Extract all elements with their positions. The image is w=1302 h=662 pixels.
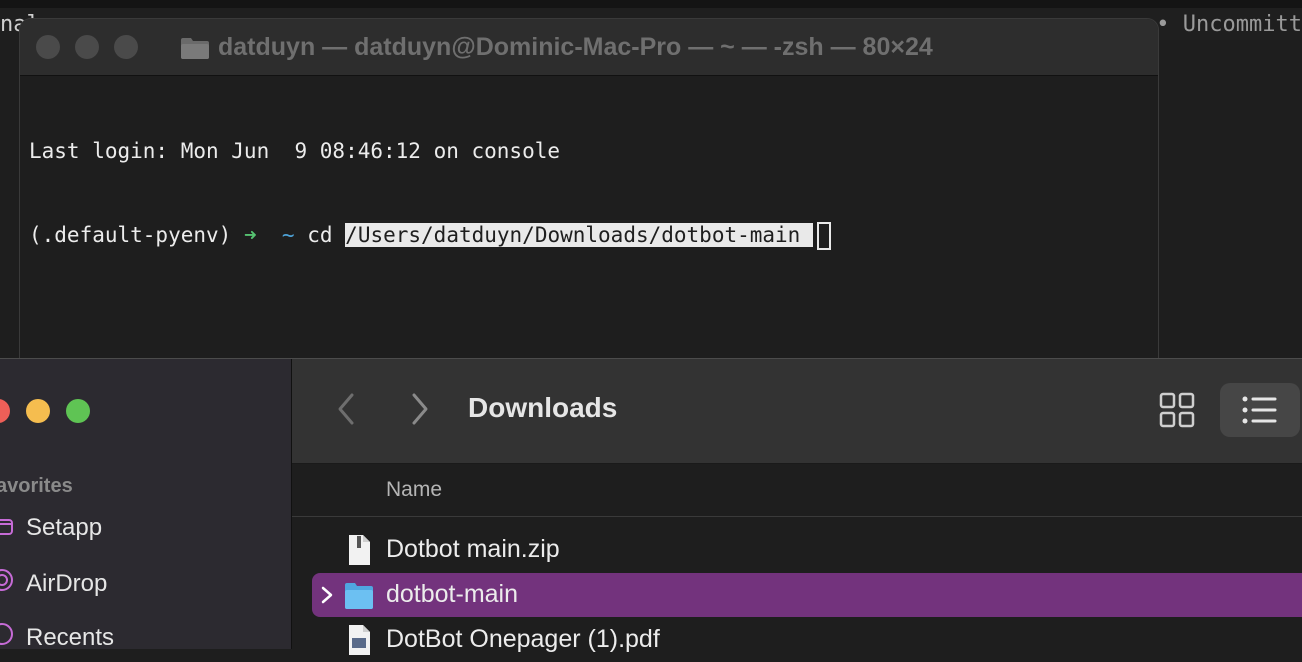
editor-top-edge [0, 0, 1302, 8]
background-area-right [1158, 40, 1302, 360]
list-item[interactable]: DotBot Onepager (1).pdf [312, 618, 1302, 662]
terminal-minimize-button[interactable] [75, 35, 99, 59]
file-name: dotbot-main [386, 580, 519, 608]
sidebar-item-recents[interactable]: Recents [0, 620, 114, 656]
back-chevron-icon[interactable] [332, 391, 362, 427]
finder-close-button[interactable] [0, 399, 10, 423]
prompt-arrow-icon: ➜ [243, 223, 257, 247]
name-column-header[interactable]: Name [386, 478, 442, 502]
list-view-icon [1242, 396, 1277, 424]
setapp-icon [0, 511, 22, 547]
list-item[interactable]: Dotbot main.zip [312, 528, 1302, 572]
zip-file-icon [349, 535, 370, 565]
airdrop-icon [0, 567, 22, 603]
terminal-output[interactable]: Last login: Mon Jun 9 08:46:12 on consol… [29, 81, 1149, 306]
last-login-line: Last login: Mon Jun 9 08:46:12 on consol… [29, 139, 561, 163]
recents-icon [0, 621, 22, 657]
command-text: cd [307, 223, 333, 247]
sidebar-item-label: AirDrop [26, 570, 108, 597]
finder-toolbar: Downloads [292, 359, 1302, 464]
sidebar-item-label: Recents [26, 624, 115, 651]
prompt-directory: ~ [281, 223, 295, 247]
icon-view-icon[interactable] [1158, 391, 1196, 429]
list-item[interactable]: dotbot-main [312, 573, 1302, 617]
terminal-close-button[interactable] [36, 35, 60, 59]
file-name: Dotbot main.zip [386, 535, 560, 563]
finder-minimize-button[interactable] [26, 399, 50, 423]
terminal-cursor [816, 222, 831, 250]
list-view-button[interactable] [1220, 383, 1300, 437]
editor-git-status: • Uncommitt [1156, 12, 1302, 37]
sidebar-item-airdrop[interactable]: AirDrop [0, 566, 107, 602]
terminal-title-text: datduyn — datduyn@Dominic-Mac-Pro — ~ — … [218, 33, 933, 61]
terminal-zoom-button[interactable] [114, 35, 138, 59]
disclosure-chevron-icon[interactable] [320, 585, 334, 605]
folder-icon [345, 583, 373, 609]
prompt-line[interactable]: (.default-pyenv) ➜ ~ cd /Users/datduyn/D… [29, 221, 1149, 250]
list-header: Name [292, 464, 1302, 517]
pdf-file-icon [349, 625, 370, 655]
finder-zoom-button[interactable] [66, 399, 90, 423]
file-list[interactable]: Name Dotbot main.zip dotbot-main DotBot … [292, 464, 1302, 655]
finder-sidebar: avorites Setapp AirDrop Recents [0, 359, 292, 651]
sidebar-item-label: Setapp [26, 514, 103, 541]
terminal-window[interactable]: datduyn — datduyn@Dominic-Mac-Pro — ~ — … [19, 18, 1159, 380]
folder-icon [181, 38, 209, 60]
background-area-left [0, 40, 20, 360]
terminal-titlebar[interactable]: datduyn — datduyn@Dominic-Mac-Pro — ~ — … [20, 19, 1158, 76]
sidebar-section-favorites: avorites [0, 475, 73, 497]
forward-chevron-icon[interactable] [404, 391, 434, 427]
selected-path-text[interactable]: /Users/datduyn/Downloads/dotbot-main [345, 223, 813, 247]
terminal-title: datduyn — datduyn@Dominic-Mac-Pro — ~ — … [180, 29, 933, 65]
finder-folder-title: Downloads [468, 392, 618, 423]
prompt-env: (.default-pyenv) [29, 223, 232, 247]
finder-window[interactable]: avorites Setapp AirDrop Recents Download… [0, 358, 1302, 655]
file-name: DotBot Onepager (1).pdf [386, 625, 660, 653]
sidebar-item-setapp[interactable]: Setapp [0, 510, 102, 546]
